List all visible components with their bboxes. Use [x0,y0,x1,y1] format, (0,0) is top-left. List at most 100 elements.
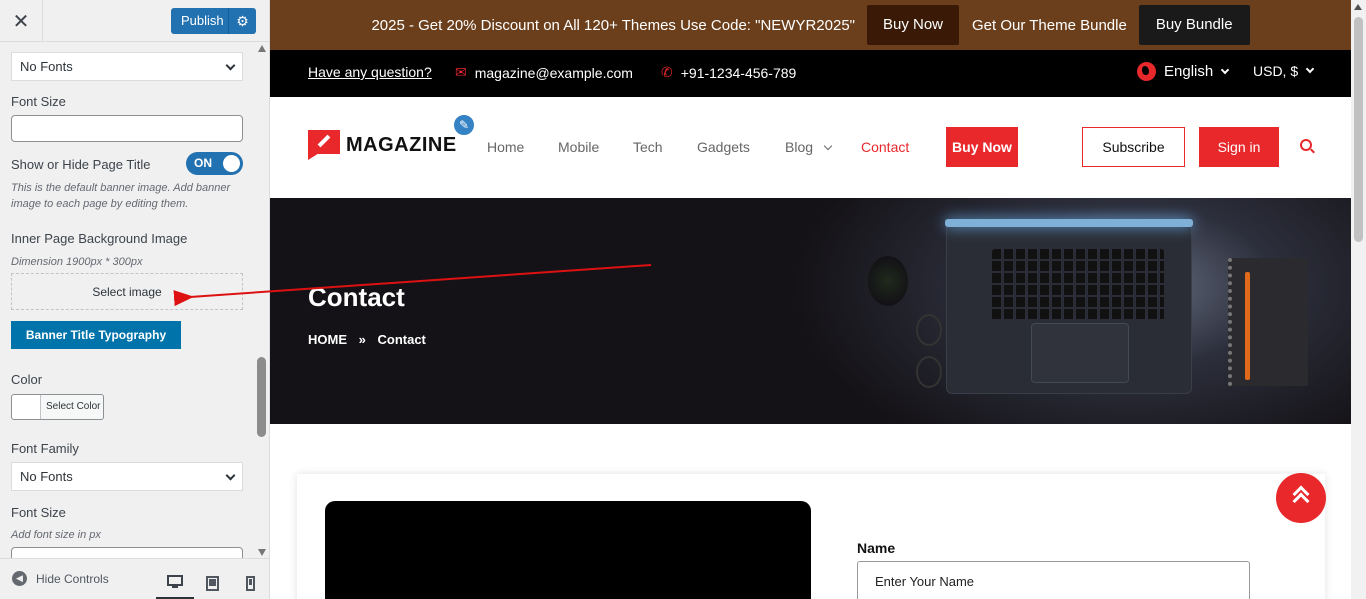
tablet-preview-icon[interactable] [193,567,231,599]
page-banner: Contact HOME » Contact [270,198,1351,424]
nav-item-home[interactable]: Home [487,139,524,155]
toggle-knob [223,155,240,172]
publish-button[interactable]: Publish [171,8,229,34]
chevron-down-icon [1305,64,1315,74]
inner-bg-label: Inner Page Background Image [11,231,188,246]
sidebar-controls: No Fonts Font Size Show or Hide Page Tit… [0,43,255,558]
font-family-select-top-value: No Fonts [20,59,73,74]
nav-item-tech[interactable]: Tech [633,139,663,155]
top-info-bar: Have any question? ✉ magazine@example.co… [270,50,1351,97]
language-value: English [1164,63,1214,80]
contact-card: Name Enter Your Name [297,474,1325,599]
envelope-icon: ✉ [455,64,467,80]
scroll-up-arrow-icon[interactable] [1354,4,1362,10]
question-link[interactable]: Have any question? [308,64,432,80]
color-swatch [12,395,41,419]
laptop-trackpad [1031,323,1129,383]
font-size-input-2[interactable] [11,547,243,558]
sidebar-footer: ◀ Hide Controls [0,558,269,599]
customizer-sidebar: ✕ Publish ⚙ No Fonts Font Size Show or H… [0,0,270,599]
contact-section: Name Enter Your Name [270,424,1351,599]
font-size-input[interactable] [11,115,243,142]
scrollbar-thumb[interactable] [1354,17,1363,242]
glasses-image [916,314,946,392]
hide-controls-label: Hide Controls [36,571,109,586]
laptop-keyboard [992,249,1164,321]
select-image-button[interactable]: Select image [11,273,243,310]
inner-bg-dimension: Dimension 1900px * 300px [11,256,143,268]
breadcrumb-home[interactable]: HOME [308,332,347,347]
publish-group: Publish ⚙ [171,8,256,34]
currency-selector[interactable]: USD, $ [1253,63,1315,79]
preview-scrollbar[interactable] [1351,0,1366,599]
sign-in-button[interactable]: Sign in [1199,127,1279,167]
nav-item-blog[interactable]: Blog [785,139,833,155]
phone-link[interactable]: ✆ +91-1234-456-789 [661,64,796,81]
globe-icon [1137,62,1156,81]
promo-bundle-text: Get Our Theme Bundle [972,16,1127,34]
font-family-select[interactable]: No Fonts [11,462,243,491]
search-icon[interactable] [1300,139,1312,151]
font-family-select-value: No Fonts [20,469,73,484]
show-title-toggle[interactable]: ON [186,152,243,175]
font-family-label: Font Family [11,441,79,456]
chevron-down-icon [1220,65,1230,74]
promo-bar: 2025 - Get 20% Discount on All 120+ Them… [270,0,1351,50]
scroll-down-arrow-icon[interactable] [258,549,266,556]
breadcrumb-separator: » [358,332,366,347]
font-size-label: Font Size [11,94,66,109]
notebook-image [1228,258,1308,386]
glasses-lens [916,314,942,346]
page-title: Contact [308,282,405,312]
pencil-icon[interactable]: ✎ [452,113,476,137]
customizer-window: ✕ Publish ⚙ No Fonts Font Size Show or H… [0,0,1366,599]
glasses-lens [916,356,942,388]
logo-text: MAGAZINE [346,133,457,156]
show-hide-title-label: Show or Hide Page Title [11,157,151,172]
sidebar-header: ✕ Publish ⚙ [0,0,269,42]
banner-title-typography-button[interactable]: Banner Title Typography [11,321,181,349]
breadcrumb: HOME » Contact [308,332,426,347]
scrollbar-thumb[interactable] [257,357,266,437]
color-label: Color [11,372,43,387]
font-family-select-top[interactable]: No Fonts [11,52,243,81]
nav-item-contact[interactable]: Contact [861,139,909,155]
site-preview: 2025 - Get 20% Discount on All 120+ Them… [270,0,1351,599]
sidebar-scrollbar[interactable] [255,43,269,558]
language-selector[interactable]: English [1137,62,1230,81]
nav-item-mobile[interactable]: Mobile [558,139,599,155]
phone-text: +91-1234-456-789 [680,64,797,81]
promo-buy-bundle-button[interactable]: Buy Bundle [1138,5,1250,45]
breadcrumb-current: Contact [377,332,426,347]
site-logo[interactable]: MAGAZINE [308,130,457,160]
gear-icon[interactable]: ⚙ [229,8,256,34]
desktop-preview-icon[interactable] [156,567,194,599]
mobile-preview-icon[interactable] [231,567,269,599]
hide-controls-button[interactable]: ◀ Hide Controls [12,571,109,586]
nav-item-gadgets[interactable]: Gadgets [697,139,750,155]
promo-text: 2025 - Get 20% Discount on All 120+ Them… [371,16,855,34]
email-link[interactable]: ✉ magazine@example.com [455,64,633,81]
main-navigation: MAGAZINE ✎ Home Mobile Tech Gadgets Blog… [270,97,1351,198]
laptop-screen-edge [945,219,1193,227]
plant-image [868,256,908,306]
color-picker-button[interactable]: Select Color [11,394,104,420]
toggle-state-label: ON [194,156,212,170]
logo-mark-icon [308,130,340,160]
show-hide-description: This is the default banner image. Add ba… [11,182,231,210]
email-text: magazine@example.com [474,64,633,81]
nav-buy-now-button[interactable]: Buy Now [946,127,1018,167]
scroll-up-arrow-icon[interactable] [258,45,266,52]
currency-value: USD, $ [1253,63,1299,79]
nav-item-blog-label: Blog [785,139,814,155]
phone-icon: ✆ [661,64,673,80]
map-embed[interactable] [325,501,811,599]
chevron-down-icon [823,142,833,151]
laptop-image [945,219,1193,394]
name-field[interactable]: Enter Your Name [857,561,1250,599]
subscribe-button[interactable]: Subscribe [1082,127,1185,167]
close-icon[interactable]: ✕ [0,0,43,42]
select-color-label: Select Color [46,401,101,412]
promo-buy-now-button[interactable]: Buy Now [866,5,960,45]
scroll-to-top-button[interactable] [1276,473,1326,523]
